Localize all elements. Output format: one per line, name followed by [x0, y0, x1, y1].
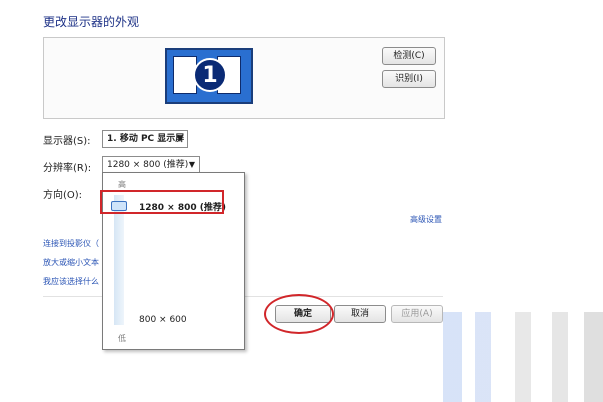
highlight-ellipse: [264, 294, 334, 334]
advanced-settings-link[interactable]: 高级设置: [410, 214, 442, 225]
monitor-1-icon[interactable]: 1: [165, 48, 253, 104]
chevron-down-icon: ▼: [188, 160, 195, 169]
resolution-label: 分辨率(R):: [43, 163, 92, 174]
text-size-link[interactable]: 放大或缩小文本: [43, 257, 99, 268]
resolution-select-value: 1280 × 800 (推荐): [107, 160, 189, 170]
projector-link[interactable]: 连接到投影仪（: [43, 238, 99, 249]
background-decor: [443, 312, 603, 402]
highlight-box: [100, 190, 224, 214]
apply-button[interactable]: 应用(A): [391, 305, 443, 323]
display-select-value: 1. 移动 PC 显示屏: [107, 134, 185, 144]
page-title: 更改显示器的外观: [43, 15, 140, 29]
display-label: 显示器(S):: [43, 136, 91, 147]
detect-button[interactable]: 检测(C): [382, 47, 436, 65]
identify-button[interactable]: 识别(I): [382, 70, 436, 88]
slider-low-label: 低: [118, 334, 126, 343]
chevron-down-icon: ▼: [176, 134, 183, 143]
monitor-number-badge: 1: [193, 58, 227, 92]
orientation-label: 方向(O):: [43, 190, 83, 201]
help-link[interactable]: 我应该选择什么: [43, 276, 99, 287]
cancel-button[interactable]: 取消: [334, 305, 386, 323]
display-select[interactable]: 1. 移动 PC 显示屏 ▼: [102, 130, 188, 148]
resolution-slider-track[interactable]: [114, 195, 124, 325]
slider-high-label: 高: [118, 180, 126, 189]
resolution-option-min[interactable]: 800 × 600: [139, 315, 187, 325]
